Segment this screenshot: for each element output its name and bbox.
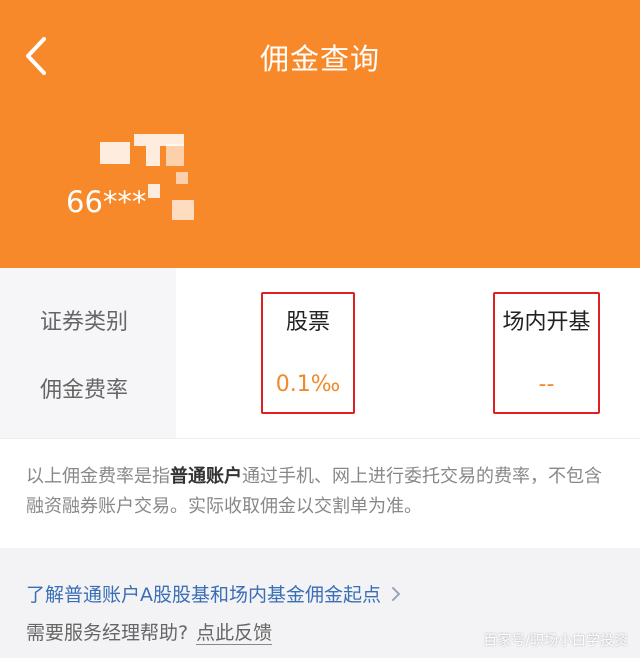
- label-column: 证券类别 佣金费率: [0, 268, 176, 438]
- account-mask: [148, 172, 208, 222]
- category-stock: 股票: [285, 310, 330, 335]
- note-before: 以上佣金费率是指: [26, 466, 170, 487]
- watermark: 百家号/职场小白学投资: [483, 633, 628, 649]
- chevron-right-icon: [392, 586, 400, 601]
- learn-link-label: 了解普通账户A股股基和场内基金佣金起点: [26, 584, 381, 606]
- help-line: 需要服务经理帮助? 点此反馈: [26, 618, 273, 645]
- account-prefix: 66***: [66, 185, 147, 219]
- commission-table: 证券类别 佣金费率 股票 0.1‰ 场内开基 --: [0, 268, 640, 438]
- feedback-link[interactable]: 点此反馈: [196, 622, 273, 645]
- page-title: 佣金查询: [259, 42, 380, 76]
- footer-section: 了解普通账户A股股基和场内基金佣金起点 需要服务经理帮助? 点此反馈 百家号/职场…: [0, 548, 640, 658]
- masked-user-name: [100, 134, 190, 168]
- rate-note: 以上佣金费率是指普通账户通过手机、网上进行委托交易的费率，不包含融资融券账户交易…: [26, 462, 618, 522]
- rate-fund: --: [538, 372, 555, 397]
- note-bold: 普通账户: [170, 466, 242, 487]
- category-fund: 场内开基: [502, 310, 591, 335]
- row-label-category: 证券类别: [40, 310, 129, 335]
- rate-stock: 0.1‰: [275, 372, 341, 397]
- learn-commission-link[interactable]: 了解普通账户A股股基和场内基金佣金起点: [26, 580, 403, 607]
- row-label-rate: 佣金费率: [40, 378, 129, 403]
- account-number: 66***: [66, 172, 208, 222]
- help-prefix: 需要服务经理帮助?: [26, 622, 189, 644]
- divider: [0, 438, 640, 439]
- header-bar: 佣金查询 66***: [0, 0, 640, 268]
